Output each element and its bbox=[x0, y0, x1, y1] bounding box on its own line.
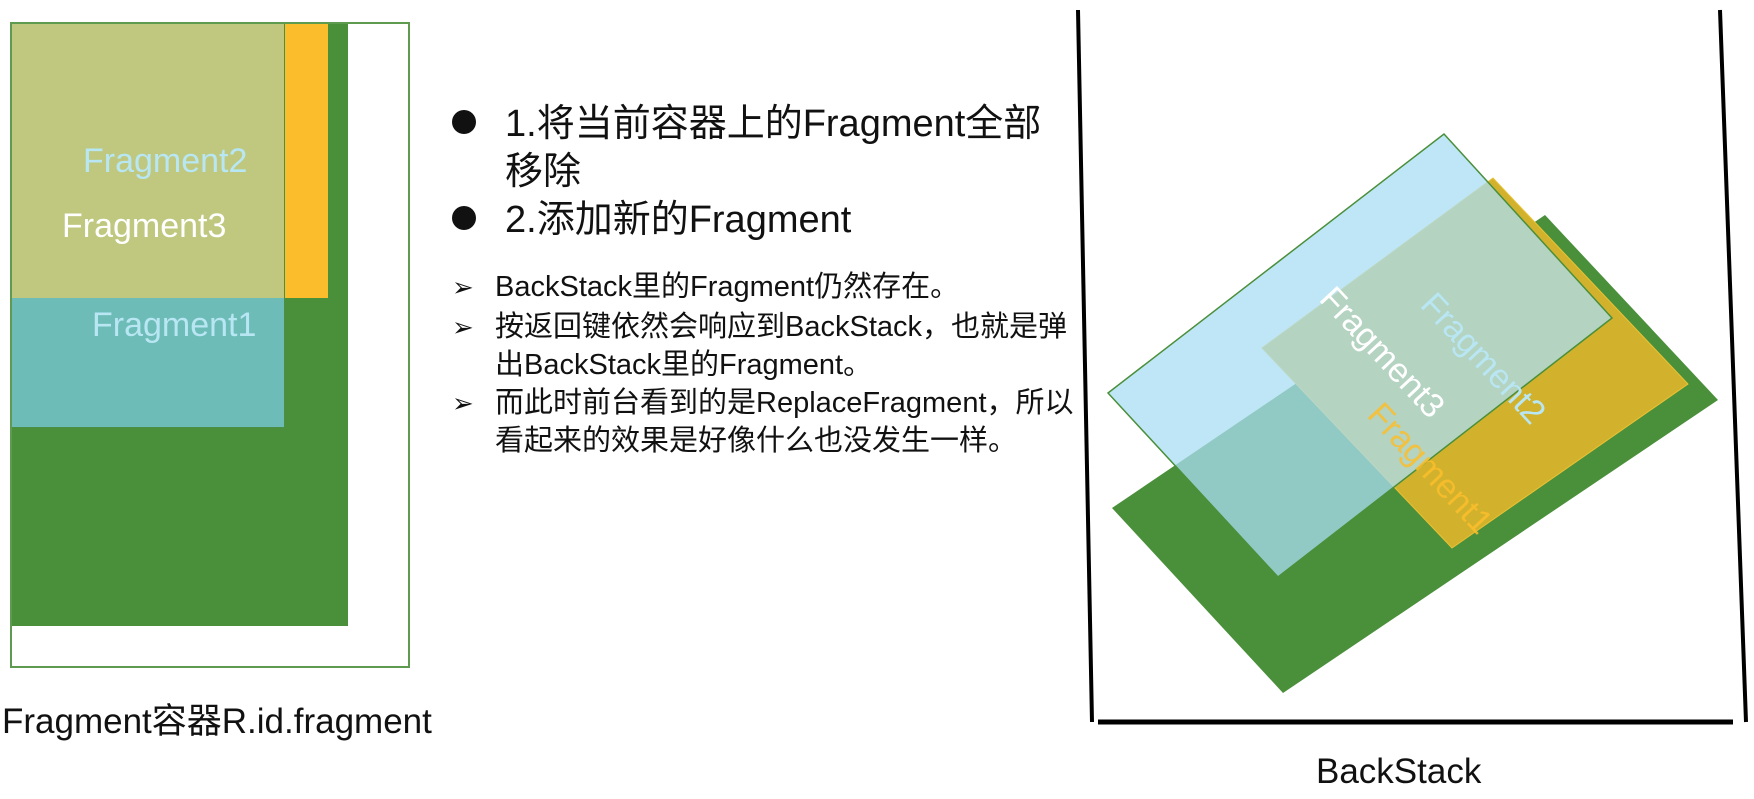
backstack-left-wall bbox=[1076, 9, 1094, 723]
backstack-right-wall bbox=[1718, 9, 1748, 723]
backstack-caption: BackStack bbox=[1316, 752, 1482, 791]
backstack-diagram: Fragment3 Fragment2 Fragment1 bbox=[1076, 9, 1748, 725]
